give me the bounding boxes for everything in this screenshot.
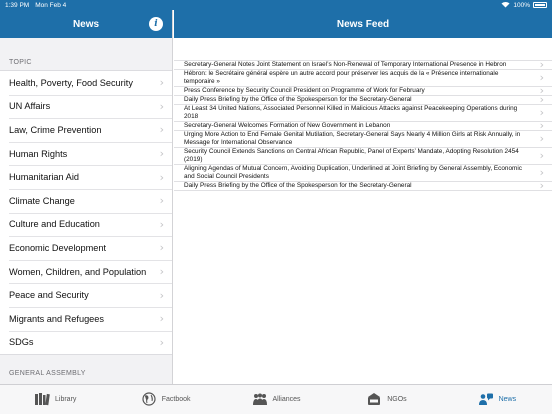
news-item-title: Hébron: le Secrétaire général espère un … [184,70,499,85]
news-feed-list: Secretary-General Notes Joint Statement … [174,58,552,192]
battery-percent: 100% [513,1,530,9]
chevron-right-icon: › [159,147,164,161]
topic-item[interactable]: Women, Children, and Population › [0,259,172,284]
news-icon [478,392,494,408]
chevron-right-icon: › [159,76,164,90]
news-item[interactable]: Secretary-General Welcomes Formation of … [174,119,552,132]
wifi-icon [501,1,510,10]
chevron-right-icon: › [539,119,544,132]
people-icon [252,392,268,408]
chevron-right-icon: › [539,179,544,192]
news-item[interactable]: Press Conference by Security Council Pre… [174,85,552,96]
info-icon[interactable]: i [149,17,163,31]
topic-item[interactable]: Economic Development › [0,236,172,260]
topic-label: Women, Children, and Population [9,266,147,277]
chevron-right-icon: › [539,58,544,71]
chevron-right-icon: › [159,288,164,302]
news-feed-pane: News Feed Secretary-General Notes Joint … [174,10,552,384]
topic-item[interactable]: Culture and Education › [0,212,172,237]
chevron-right-icon: › [539,71,544,84]
topic-label: Economic Development [9,242,107,253]
topic-label: Law, Crime Prevention [9,124,102,135]
chevron-right-icon: › [159,312,164,326]
tab-ngos[interactable]: NGOs [331,392,441,408]
chevron-right-icon: › [159,265,164,279]
chevron-right-icon: › [159,335,164,349]
topic-item[interactable]: UN Affairs › [0,94,172,119]
news-item-title: Secretary-General Notes Joint Statement … [184,61,507,68]
right-title: News Feed [336,18,390,30]
topic-item[interactable]: SDGs › [0,330,172,355]
tab-label: News [498,396,517,403]
topic-label: Peace and Security [9,290,89,301]
status-time: 1:39 PM [5,1,30,9]
tab-label: Library [55,396,77,403]
news-item[interactable]: Security Council Extends Sanctions on Ce… [174,148,552,165]
topic-item[interactable]: Law, Crime Prevention › [0,118,172,142]
topic-list: Health, Poverty, Food Security › UN Affair… [0,70,172,356]
left-title: News [72,18,100,30]
status-bar: 1:39 PM Mon Feb 4 100% [0,0,552,10]
news-item-title: At Least 34 United Nations, Associated P… [184,105,518,120]
chevron-right-icon: › [159,194,164,208]
news-item[interactable]: Urging More Action to End Female Genital… [174,131,552,148]
news-item-title: Aligning Agendas of Mutual Concern, Avoi… [184,165,522,180]
tab-label: NGOs [387,396,407,403]
chevron-right-icon: › [539,106,544,119]
chevron-right-icon: › [539,166,544,179]
topic-section-header: TOPIC [9,59,32,66]
books-icon [34,392,50,408]
globe-icon [141,391,157,408]
topic-item[interactable]: Migrants and Refugees › [0,306,172,331]
chevron-right-icon: › [159,123,164,137]
topic-label: Human Rights [9,148,68,159]
news-item-title: Daily Press Briefing by the Office of th… [184,182,412,189]
status-date: Mon Feb 4 [35,1,67,9]
news-item-title: Security Council Extends Sanctions on Ce… [184,148,519,163]
topic-label: SDGs [9,337,34,348]
tab-label: Alliances [272,396,301,403]
ngo-icon [366,392,382,408]
news-item-title: Secretary-General Welcomes Formation of … [184,122,391,129]
left-nav-bar: News i [0,10,172,38]
topic-item[interactable]: Human Rights › [0,141,172,166]
news-item[interactable]: Hébron: le Secrétaire général espère un … [174,70,552,87]
topic-label: Culture and Education [9,219,100,230]
chevron-right-icon: › [159,170,164,184]
news-item[interactable]: Daily Press Briefing by the Office of th… [174,179,552,192]
news-item[interactable]: Daily Press Briefing by the Office of th… [174,93,552,106]
chevron-right-icon: › [159,99,164,113]
news-item-title: Press Conference by Security Council Pre… [184,87,425,94]
general-assembly-section-header: GENERAL ASSEMBLY [9,370,86,378]
tab-alliances[interactable]: Alliances [221,392,331,408]
topic-item[interactable]: Humanitarian Aid › [0,165,172,189]
news-item[interactable]: At Least 34 United Nations, Associated P… [174,105,552,122]
tab-factbook[interactable]: Factbook [110,391,220,408]
chevron-right-icon: › [539,132,544,145]
chevron-right-icon: › [539,93,544,106]
news-item-title: Daily Press Briefing by the Office of th… [184,96,412,103]
tab-bar: Library Factbook Alliances NGOs News [0,384,552,414]
battery-icon [533,2,547,8]
topic-label: UN Affairs [9,101,51,112]
topic-item[interactable]: Climate Change › [0,188,172,213]
news-item-title: Urging More Action to End Female Genital… [184,131,521,146]
topic-item[interactable]: Peace and Security › [0,283,172,307]
topic-item[interactable]: Health, Poverty, Food Security › [0,71,172,95]
chevron-right-icon: › [159,217,164,231]
chevron-right-icon: › [159,241,164,255]
tab-library[interactable]: Library [0,392,110,408]
topic-label: Health, Poverty, Food Security [9,77,133,88]
news-item[interactable]: Secretary-General Notes Joint Statement … [174,58,552,71]
topics-pane: News i TOPIC Health, Poverty, Food Secur… [0,10,173,384]
tab-news[interactable]: News [442,392,552,408]
right-nav-bar: News Feed [174,10,552,38]
news-item[interactable]: Aligning Agendas of Mutual Concern, Avoi… [174,165,552,182]
topic-label: Migrants and Refugees [9,313,104,324]
chevron-right-icon: › [539,149,544,162]
topic-label: Humanitarian Aid [9,172,79,183]
tab-label: Factbook [161,396,191,403]
topic-label: Climate Change [9,195,75,206]
